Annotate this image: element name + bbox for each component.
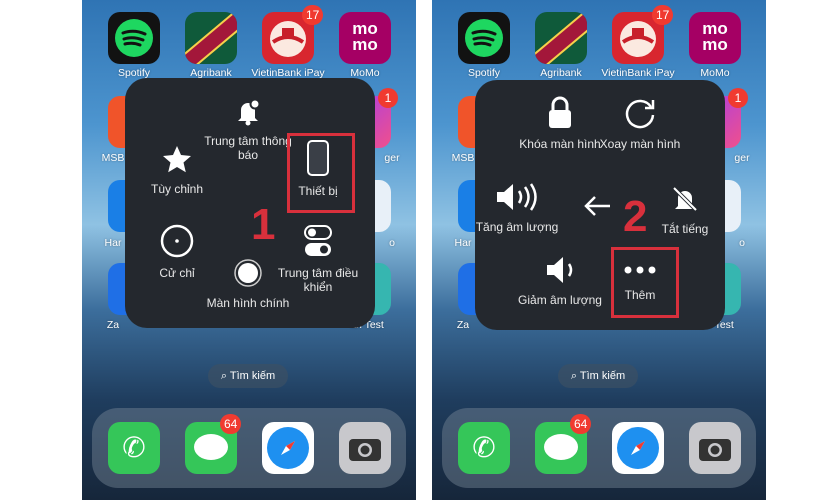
app-safari[interactable] (262, 422, 314, 474)
app-momo[interactable]: mo mo (339, 12, 391, 64)
app-phone[interactable]: ✆ (458, 422, 510, 474)
notification-badge: 64 (570, 414, 592, 434)
assistivetouch-menu-device: Khóa màn hình Xoay màn hình Tăng âm lượn… (475, 80, 725, 330)
dock: ✆ 64 (92, 408, 406, 488)
star-icon (163, 146, 191, 173)
bell-slash-icon (672, 186, 698, 212)
search-icon: ⌕ (220, 370, 230, 382)
notification-badge: 1 (728, 88, 748, 108)
app-spotify[interactable] (108, 12, 160, 64)
search-label: Tìm kiếm (229, 370, 276, 382)
bell-icon (238, 98, 261, 126)
app-agribank[interactable] (535, 12, 587, 64)
gesture-circle-icon (160, 224, 194, 258)
notification-badge: 17 (302, 5, 324, 25)
app-label: MoMo (700, 67, 730, 79)
lock-icon (549, 96, 571, 128)
toggles-icon (304, 225, 332, 256)
notification-badge: 64 (220, 414, 242, 434)
search-button[interactable]: ⌕ Tìm kiếm (208, 364, 288, 388)
menu-item-mute[interactable]: Tắt tiếng (635, 184, 735, 236)
app-spotify[interactable] (458, 12, 510, 64)
app-phone[interactable]: ✆ (108, 422, 160, 474)
notification-badge: 1 (378, 88, 398, 108)
step-number: 2 (623, 192, 648, 241)
app-safari[interactable] (612, 422, 664, 474)
app-momo[interactable]: mo mo (689, 12, 741, 64)
menu-item-home[interactable]: Màn hình chính (198, 258, 298, 310)
rotate-icon (625, 99, 655, 129)
search-icon: ⌕ (570, 370, 580, 382)
search-button[interactable]: ⌕ Tìm kiếm (558, 364, 638, 388)
step-number: 1 (251, 200, 276, 249)
app-agribank[interactable] (185, 12, 237, 64)
highlight-box (287, 133, 355, 213)
volume-up-icon (497, 183, 537, 211)
notification-badge: 17 (652, 5, 674, 25)
highlight-box (611, 247, 679, 318)
arrow-left-icon (584, 196, 610, 216)
menu-item-customize[interactable]: Tùy chỉnh (127, 144, 227, 196)
home-button-icon (234, 259, 262, 287)
volume-down-icon (547, 257, 573, 283)
dock: ✆ 64 (442, 408, 756, 488)
app-camera[interactable] (339, 422, 391, 474)
search-label: Tìm kiếm (579, 370, 626, 382)
menu-item-rotate-screen[interactable]: Xoay màn hình (590, 95, 690, 151)
app-camera[interactable] (689, 422, 741, 474)
